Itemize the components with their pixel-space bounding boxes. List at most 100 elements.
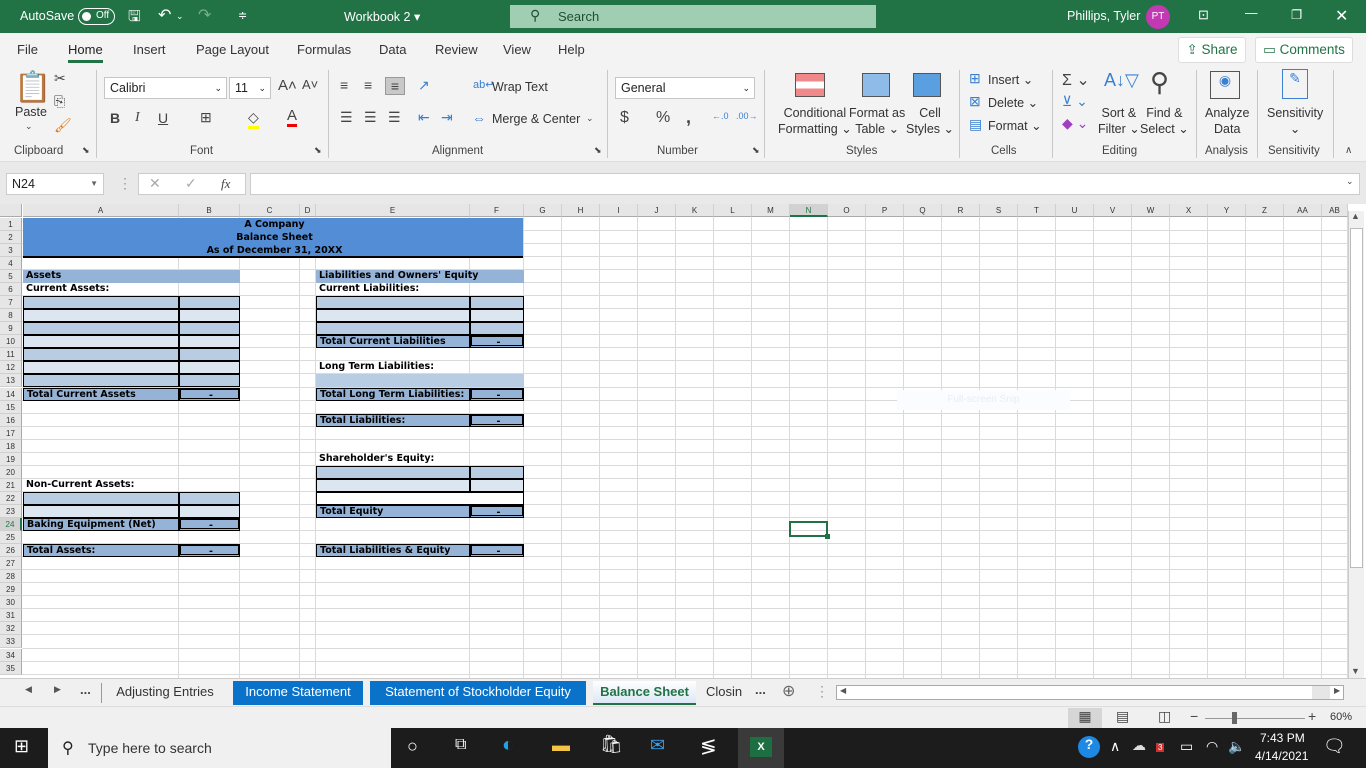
action-center-icon[interactable]: 🗨 <box>1323 736 1346 757</box>
column-header[interactable]: Y <box>1208 204 1246 217</box>
row-header[interactable]: 32 <box>0 622 22 636</box>
tab-data[interactable]: Data <box>379 42 406 57</box>
baking-equipment-value[interactable]: - <box>179 518 240 531</box>
prev-sheet-icon[interactable]: ◀ <box>25 684 32 695</box>
add-sheet-icon[interactable]: ⊕ <box>782 681 795 701</box>
column-header[interactable]: AA <box>1284 204 1322 217</box>
decrease-indent-icon[interactable]: ⇤ <box>418 109 430 126</box>
increase-indent-icon[interactable]: ⇥ <box>441 109 453 126</box>
user-name[interactable]: Phillips, Tyler <box>1067 9 1140 23</box>
underline-icon[interactable]: U <box>158 110 168 126</box>
page-layout-view-icon[interactable]: ▤ <box>1116 708 1129 725</box>
format-painter-icon[interactable]: 🖌 <box>54 117 72 134</box>
normal-view-icon[interactable]: ▦ <box>1068 708 1102 728</box>
row-header[interactable]: 30 <box>0 596 22 610</box>
comments-button[interactable]: ▭ Comments <box>1255 37 1353 63</box>
page-break-view-icon[interactable]: ◫ <box>1158 708 1171 725</box>
worksheet-grid[interactable]: A B C D E F G H I J K L M N O P Q R S T U V W X Y Z AA AB 123456789… <box>0 204 1366 678</box>
font-launcher-icon[interactable]: ⬊ <box>314 145 322 156</box>
cortana-icon[interactable]: ○ <box>407 736 418 757</box>
app-icon[interactable]: ≶ <box>700 734 717 759</box>
total-liabilities-equity-value[interactable]: - <box>470 544 524 558</box>
borders-icon[interactable]: ⊞ <box>200 109 212 126</box>
total-liabilities-equity-label[interactable]: Total Liabilities & Equity <box>316 544 470 558</box>
copy-icon[interactable]: ⎘ <box>54 93 65 110</box>
current-liabilities-label[interactable]: Current Liabilities: <box>316 283 470 296</box>
liability-value-cell[interactable] <box>470 296 524 310</box>
more-sheets-right[interactable]: ... <box>755 682 766 697</box>
row-header[interactable]: 1 <box>0 218 22 231</box>
asset-name-cell[interactable] <box>23 504 179 518</box>
sheet-tab-closing[interactable]: Closin <box>706 681 756 705</box>
notification-app-icon[interactable]: 3 <box>1156 737 1165 753</box>
insert-button[interactable]: Insert ⌄ <box>988 72 1033 87</box>
asset-value-cell[interactable] <box>179 296 240 310</box>
formula-input[interactable] <box>250 173 1360 195</box>
cell-styles-button[interactable]: Cell Styles ⌄ <box>906 105 954 137</box>
fill-icon[interactable]: ⊻ ⌄ <box>1062 93 1088 110</box>
column-header[interactable]: W <box>1132 204 1170 217</box>
wrap-text-button[interactable]: Wrap Text <box>492 80 548 94</box>
selected-cell[interactable] <box>789 521 828 537</box>
asset-value-cell[interactable] <box>179 322 240 336</box>
taskbar-search[interactable]: ⚲ Type here to search <box>48 728 391 768</box>
total-liabilities-label[interactable]: Total Liabilities: <box>316 413 470 427</box>
scroll-thumb[interactable] <box>1350 228 1363 568</box>
number-launcher-icon[interactable]: ⬊ <box>752 145 760 156</box>
column-header[interactable]: N <box>790 204 828 217</box>
row-header[interactable]: 18 <box>0 439 22 453</box>
column-header[interactable]: Z <box>1246 204 1284 217</box>
bold-icon[interactable]: B <box>110 110 120 126</box>
insert-function-icon[interactable]: fx <box>221 176 230 192</box>
merge-dropdown-icon[interactable]: ⌄ <box>586 113 594 124</box>
row-header[interactable]: 16 <box>0 413 22 427</box>
column-header[interactable]: H <box>562 204 600 217</box>
autosum-icon[interactable]: Σ ⌄ <box>1062 70 1090 90</box>
asset-name-cell[interactable] <box>23 296 179 310</box>
row-header[interactable]: 10 <box>0 335 22 349</box>
zoom-slider-thumb[interactable] <box>1232 712 1237 724</box>
clear-icon[interactable]: ◆ ⌄ <box>1062 115 1088 132</box>
row-header[interactable]: 17 <box>0 426 22 440</box>
windows-start-icon[interactable]: ⊞ <box>14 736 29 757</box>
asset-name-cell[interactable] <box>23 348 179 362</box>
tab-review[interactable]: Review <box>435 42 478 57</box>
middle-align-icon[interactable]: ≡ <box>364 77 372 93</box>
shareholders-equity-label[interactable]: Shareholder's Equity: <box>316 453 470 466</box>
file-explorer-icon[interactable]: ▬ <box>552 735 570 756</box>
column-header[interactable]: J <box>638 204 676 217</box>
column-header[interactable]: V <box>1094 204 1132 217</box>
align-center-icon[interactable]: ☰ <box>364 109 377 126</box>
total-current-assets-label[interactable]: Total Current Assets <box>23 387 179 401</box>
increase-decimal-icon[interactable]: ←.0 <box>712 111 729 121</box>
excel-taskbar-button[interactable]: X <box>738 728 784 768</box>
percent-icon[interactable]: % <box>656 109 670 127</box>
row-header[interactable]: 8 <box>0 309 22 323</box>
asset-name-cell[interactable] <box>23 374 179 388</box>
scroll-up-icon[interactable]: ▲ <box>1351 211 1360 221</box>
column-header[interactable]: S <box>980 204 1018 217</box>
orientation-icon[interactable]: ↗ <box>418 77 430 94</box>
column-header[interactable]: P <box>866 204 904 217</box>
row-header[interactable]: 4 <box>0 257 22 271</box>
sheet-tab-balance-sheet[interactable]: Balance Sheet <box>593 681 696 705</box>
onedrive-icon[interactable]: ☁ <box>1132 737 1146 754</box>
total-long-term-liabilities-label[interactable]: Total Long Term Liabilities: <box>316 387 470 401</box>
column-header[interactable]: O <box>828 204 866 217</box>
row-header[interactable]: 11 <box>0 348 22 362</box>
select-all-button[interactable] <box>0 204 22 217</box>
zoom-level[interactable]: 60% <box>1330 711 1352 723</box>
row-header[interactable]: 28 <box>0 570 22 584</box>
baking-equipment-label[interactable]: Baking Equipment (Net) <box>23 518 179 531</box>
top-align-icon[interactable]: ≡ <box>340 77 348 93</box>
total-current-liabilities-value[interactable]: - <box>470 335 524 349</box>
currency-icon[interactable]: $ <box>620 109 629 127</box>
row-header[interactable]: 23 <box>0 504 22 518</box>
cut-icon[interactable]: ✂ <box>54 70 66 87</box>
column-header[interactable]: Q <box>904 204 942 217</box>
asset-name-cell[interactable] <box>23 309 179 323</box>
paste-icon[interactable]: 📋 <box>14 70 51 105</box>
fill-handle[interactable] <box>825 534 830 539</box>
minimize-icon[interactable]: — <box>1245 6 1258 20</box>
row-header[interactable]: 20 <box>0 465 22 479</box>
